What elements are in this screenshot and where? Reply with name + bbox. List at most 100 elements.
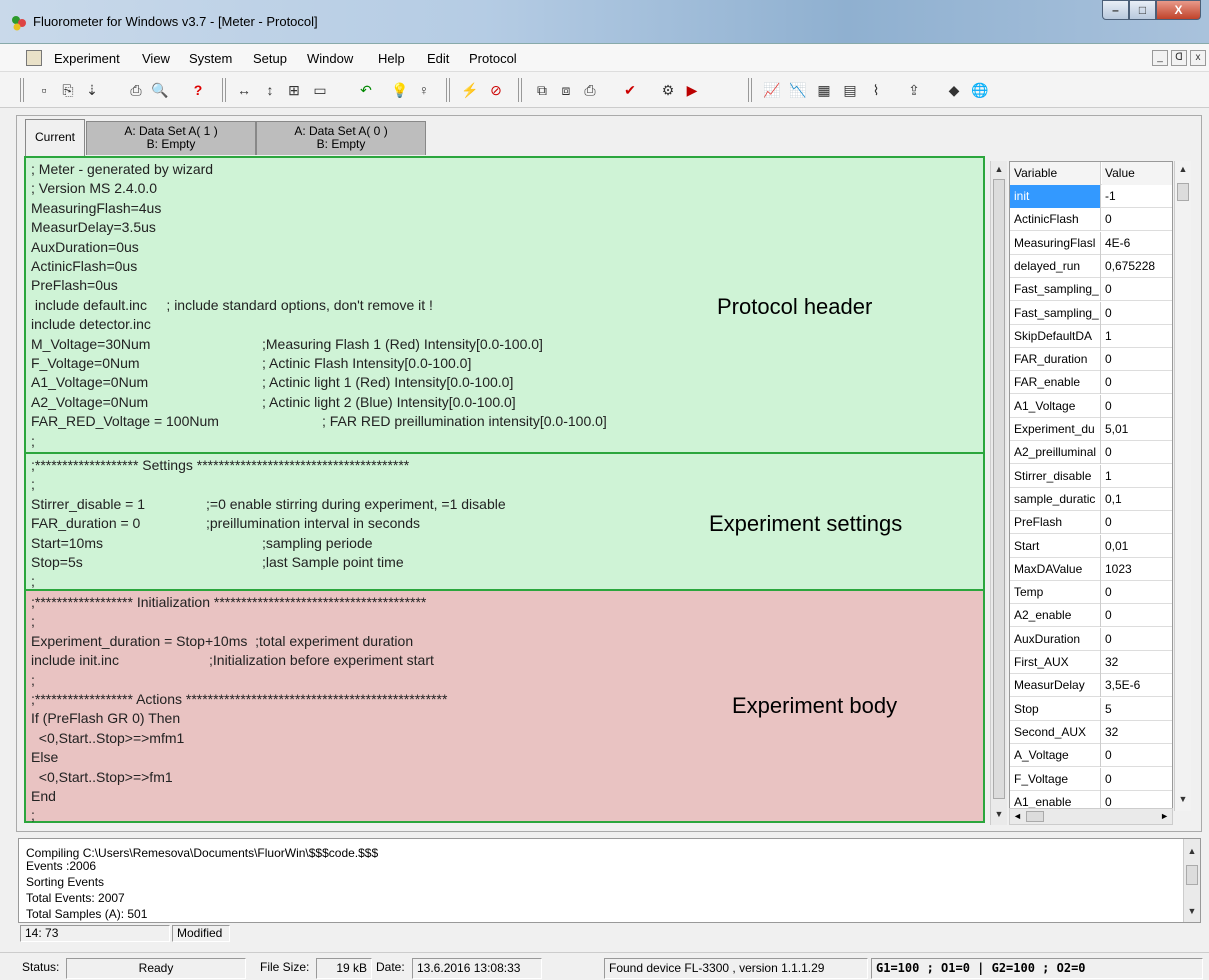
code-line[interactable]: A1_Voltage=0Num: [31, 373, 148, 392]
stop-icon[interactable]: ⊘: [486, 80, 506, 100]
variable-value[interactable]: 0: [1102, 581, 1172, 604]
variable-value[interactable]: 0: [1102, 768, 1172, 791]
scroll-down-icon[interactable]: ▼: [1184, 903, 1200, 919]
variable-name[interactable]: FAR_duration: [1010, 348, 1101, 372]
code-line[interactable]: ; Meter - generated by wizard: [31, 160, 213, 179]
code-line[interactable]: Experiment_duration = Stop+10ms ;total e…: [31, 632, 413, 651]
menu-edit[interactable]: Edit: [427, 51, 449, 66]
menu-protocol[interactable]: Protocol: [469, 51, 517, 66]
compile-icon[interactable]: ⚙: [658, 80, 678, 100]
code-line[interactable]: <0,Start..Stop>=>fm1: [31, 768, 173, 787]
code-line[interactable]: ;: [31, 475, 35, 494]
menu-view[interactable]: View: [142, 51, 170, 66]
code-comment[interactable]: ; Actinic light 2 (Blue) Intensity[0.0-1…: [262, 393, 516, 412]
code-line[interactable]: ActinicFlash=0us: [31, 257, 137, 276]
scroll-up-icon[interactable]: ▲: [991, 161, 1007, 177]
variable-name[interactable]: MeasuringFlasl: [1010, 231, 1101, 255]
code-comment[interactable]: ;Initialization before experiment start: [209, 651, 434, 670]
variable-value[interactable]: 1: [1102, 465, 1172, 488]
grid-row[interactable]: SkipDefaultDA 1: [1010, 324, 1172, 348]
code-comment[interactable]: ;last Sample point time: [262, 553, 404, 572]
grid-row[interactable]: init -1: [1010, 185, 1172, 208]
graph-2-icon[interactable]: 📉: [788, 80, 808, 100]
grid-row[interactable]: First_AUX 32: [1010, 651, 1172, 674]
print-icon-2[interactable]: ⎙: [580, 80, 600, 100]
new-icon[interactable]: ▫: [34, 80, 54, 100]
grid-row[interactable]: PreFlash 0: [1010, 511, 1172, 535]
grid-row[interactable]: Fast_sampling_ 0: [1010, 301, 1172, 325]
menu-window[interactable]: Window: [307, 51, 353, 66]
grid-row[interactable]: Stop 5: [1010, 697, 1172, 721]
menu-setup[interactable]: Setup: [253, 51, 287, 66]
grid-row[interactable]: FAR_enable 0: [1010, 371, 1172, 395]
print-preview-icon[interactable]: 🔍: [150, 80, 170, 100]
variable-name[interactable]: AuxDuration: [1010, 627, 1101, 651]
scroll-thumb[interactable]: [993, 179, 1005, 799]
variable-name[interactable]: FAR_enable: [1010, 371, 1101, 395]
code-line[interactable]: include default.inc ; include standard o…: [31, 296, 433, 315]
variable-name[interactable]: MaxDAValue: [1010, 557, 1101, 581]
variable-name[interactable]: Fast_sampling_: [1010, 301, 1101, 325]
code-line[interactable]: PreFlash=0us: [31, 276, 118, 295]
scroll-up-icon[interactable]: ▲: [1184, 843, 1200, 859]
variable-value[interactable]: 0: [1102, 208, 1172, 231]
variable-value[interactable]: -1: [1102, 185, 1172, 208]
code-line[interactable]: F_Voltage=0Num: [31, 354, 140, 373]
code-line[interactable]: End: [31, 787, 56, 806]
grid-row[interactable]: MeasurDelay 3,5E-6: [1010, 674, 1172, 698]
variable-name[interactable]: A2_enable: [1010, 604, 1101, 628]
grid-row[interactable]: Stirrer_disable 1: [1010, 464, 1172, 488]
code-line[interactable]: ;: [31, 806, 35, 825]
print-icon[interactable]: ⎙: [126, 80, 146, 100]
grid-row[interactable]: Fast_sampling_ 0: [1010, 278, 1172, 302]
undo-icon[interactable]: ↶: [356, 80, 376, 100]
code-comment[interactable]: ;preillumination interval in seconds: [206, 514, 420, 533]
code-line[interactable]: include init.inc: [31, 651, 119, 670]
column-variable[interactable]: Variable: [1010, 162, 1101, 185]
variable-name[interactable]: Stirrer_disable: [1010, 464, 1101, 488]
code-line[interactable]: MeasuringFlash=4us: [31, 199, 161, 218]
variable-name[interactable]: PreFlash: [1010, 511, 1101, 535]
variable-name[interactable]: Second_AUX: [1010, 720, 1101, 744]
code-line[interactable]: Else: [31, 748, 58, 767]
grid-row[interactable]: A1_Voltage 0: [1010, 394, 1172, 418]
code-line[interactable]: MeasurDelay=3.5us: [31, 218, 156, 237]
code-line[interactable]: ;: [31, 612, 35, 631]
variable-name[interactable]: sample_duratic: [1010, 487, 1101, 511]
code-line[interactable]: ;******************* Settings **********…: [31, 456, 409, 475]
variable-value[interactable]: 0: [1102, 395, 1172, 418]
code-line[interactable]: Start=10ms: [31, 534, 103, 553]
variable-value[interactable]: 32: [1102, 721, 1172, 744]
close-button[interactable]: X: [1156, 0, 1201, 20]
grid-row[interactable]: sample_duratic 0,1: [1010, 487, 1172, 511]
variable-value[interactable]: 1023: [1102, 558, 1172, 581]
minimize-button[interactable]: –: [1102, 0, 1129, 20]
variable-value[interactable]: 0: [1102, 604, 1172, 627]
mdi-restore-button[interactable]: ᗡ: [1171, 50, 1187, 66]
grid-row[interactable]: Temp 0: [1010, 581, 1172, 605]
code-line[interactable]: include detector.inc: [31, 315, 151, 334]
tab-data-set-0[interactable]: A: Data Set A( 0 ) B: Empty: [256, 121, 426, 155]
globe-icon[interactable]: 🌐: [970, 80, 990, 100]
variable-value[interactable]: 32: [1102, 651, 1172, 674]
grid-horizontal-scrollbar[interactable]: ◄ ►: [1009, 808, 1173, 825]
code-comment[interactable]: ;=0 enable stirring during experiment, =…: [206, 495, 506, 514]
window-icon[interactable]: ▭: [310, 80, 330, 100]
code-comment[interactable]: ; Actinic light 1 (Red) Intensity[0.0-10…: [262, 373, 513, 392]
menu-system[interactable]: System: [189, 51, 232, 66]
menu-experiment[interactable]: Experiment: [54, 51, 120, 66]
variable-name[interactable]: init: [1010, 185, 1101, 208]
paste-icon[interactable]: ⧈: [556, 80, 576, 100]
help-icon[interactable]: ?: [188, 80, 208, 100]
scroll-thumb[interactable]: [1026, 811, 1044, 822]
grid-row[interactable]: MeasuringFlasl 4E-6: [1010, 231, 1172, 255]
variable-name[interactable]: F_Voltage: [1010, 767, 1101, 791]
code-line[interactable]: ;****************** Actions ************…: [31, 690, 447, 709]
variable-value[interactable]: 0,1: [1102, 488, 1172, 511]
variable-value[interactable]: 0: [1102, 348, 1172, 371]
device-icon[interactable]: ◆: [944, 80, 964, 100]
variable-name[interactable]: MeasurDelay: [1010, 674, 1101, 698]
variable-value[interactable]: 5: [1102, 698, 1172, 721]
log-scrollbar[interactable]: ▲ ▼: [1183, 839, 1200, 922]
grid-row[interactable]: A2_preilluminal 0: [1010, 441, 1172, 465]
